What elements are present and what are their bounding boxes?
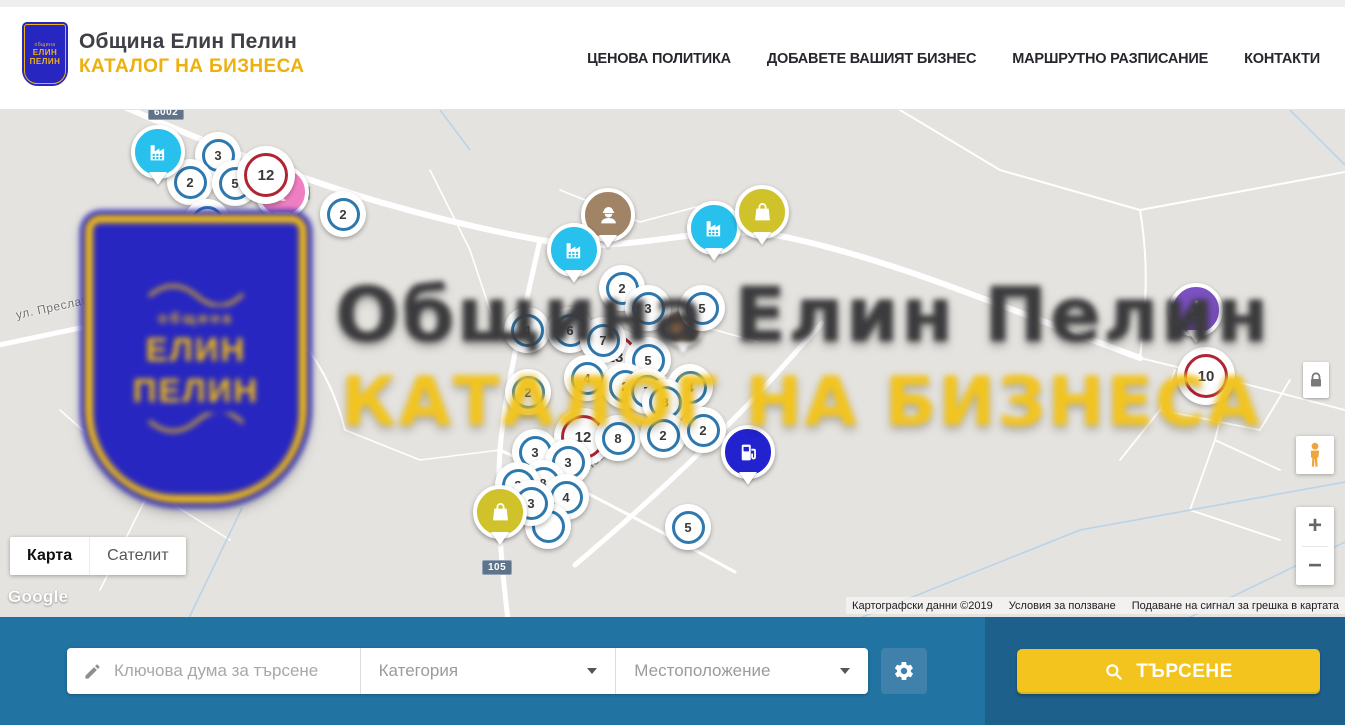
search-button[interactable]: ТЪРСЕНЕ bbox=[1017, 649, 1320, 694]
map-cluster[interactable]: 5 bbox=[665, 504, 711, 550]
page: община ЕЛИН ПЕЛИН Община Елин Пелин КАТА… bbox=[0, 0, 1345, 725]
category-pin-bag[interactable] bbox=[473, 485, 527, 539]
marker-layer: 325122223546137542274812822338343510 bbox=[0, 110, 1345, 617]
lock-control-button[interactable] bbox=[1303, 362, 1329, 398]
lock-icon bbox=[1309, 372, 1323, 388]
factory-icon bbox=[561, 237, 588, 264]
category-select-value: Категория bbox=[379, 661, 458, 681]
keyword-section bbox=[67, 648, 360, 694]
zoom-control: + − bbox=[1296, 507, 1334, 585]
header: община ЕЛИН ПЕЛИН Община Елин Пелин КАТА… bbox=[0, 7, 1345, 110]
attribution-copyright: Картографски данни ©2019 bbox=[852, 600, 993, 612]
map-cluster[interactable]: 4 bbox=[504, 307, 550, 353]
category-select[interactable]: Категория bbox=[361, 648, 616, 694]
gear-icon bbox=[893, 660, 915, 682]
cluster-count: 3 bbox=[564, 455, 571, 470]
map-canvas[interactable]: 325122223546137542274812822338343510 общ… bbox=[0, 110, 1345, 617]
map-type-map-button[interactable]: Карта bbox=[10, 537, 89, 575]
google-logo[interactable]: Google bbox=[8, 587, 68, 607]
factory-icon bbox=[145, 139, 172, 166]
search-icon bbox=[1104, 662, 1124, 682]
search-fields: Категория Местоположение bbox=[67, 648, 868, 694]
worker-icon bbox=[595, 202, 622, 229]
nav-item-add-business[interactable]: ДОБАВЕТЕ ВАШИЯТ БИЗНЕС bbox=[767, 51, 976, 67]
map-cluster[interactable]: 10 bbox=[1177, 347, 1235, 405]
advanced-settings-button[interactable] bbox=[881, 648, 927, 694]
map-cluster[interactable]: 5 bbox=[679, 285, 725, 331]
chevron-down-icon bbox=[587, 668, 597, 674]
site-subtitle: КАТАЛОГ НА БИЗНЕСА bbox=[79, 56, 304, 78]
cluster-count: 6 bbox=[566, 323, 573, 338]
cluster-count: 2 bbox=[659, 428, 666, 443]
municipality-crest-icon: община ЕЛИН ПЕЛИН bbox=[22, 22, 68, 86]
map-cluster[interactable]: 2 bbox=[640, 412, 686, 458]
cluster-count: 4 bbox=[562, 490, 569, 505]
location-select-value: Местоположение bbox=[634, 661, 770, 681]
cluster-count: 8 bbox=[661, 395, 668, 410]
cluster-count: 3 bbox=[527, 496, 534, 511]
map-cluster[interactable]: 2 bbox=[505, 369, 551, 415]
cluster-count: 3 bbox=[644, 301, 651, 316]
nav-item-contacts[interactable]: КОНТАКТИ bbox=[1244, 51, 1320, 67]
category-pin-fuel[interactable] bbox=[721, 425, 775, 479]
pencil-icon bbox=[83, 662, 102, 681]
cluster-count: 3 bbox=[214, 148, 221, 163]
zoom-out-button[interactable]: − bbox=[1296, 547, 1334, 586]
search-bar: Категория Местоположение ТЪРСЕНЕ bbox=[0, 617, 1345, 725]
cluster-count: 5 bbox=[698, 301, 705, 316]
factory-icon bbox=[701, 215, 728, 242]
category-pin-factory[interactable] bbox=[131, 125, 185, 179]
cluster-count: 5 bbox=[644, 353, 651, 368]
cluster-count: 7 bbox=[599, 333, 606, 348]
cluster-count: 3 bbox=[531, 445, 538, 460]
cluster-count: 12 bbox=[258, 167, 275, 184]
cluster-count: 2 bbox=[203, 215, 210, 230]
cluster-count: 5 bbox=[684, 520, 691, 535]
cluster-count: 10 bbox=[1198, 368, 1215, 385]
shopping-bag-icon bbox=[749, 199, 776, 226]
cluster-count: 2 bbox=[186, 175, 193, 190]
shopping-bag-icon bbox=[487, 499, 514, 526]
map-type-satellite-button[interactable]: Сателит bbox=[89, 537, 185, 575]
cluster-count: 4 bbox=[583, 371, 590, 386]
chevron-down-icon bbox=[840, 668, 850, 674]
map-cluster[interactable]: 2 bbox=[184, 199, 230, 245]
cluster-count: 2 bbox=[524, 385, 531, 400]
site-title: Община Елин Пелин bbox=[79, 30, 304, 54]
map-type-control: Карта Сателит bbox=[10, 537, 186, 575]
map-cluster[interactable]: 2 bbox=[320, 191, 366, 237]
location-select[interactable]: Местоположение bbox=[616, 648, 868, 694]
keyword-search-input[interactable] bbox=[112, 660, 360, 682]
category-pin-church[interactable] bbox=[1169, 283, 1223, 337]
category-pin-bag[interactable] bbox=[735, 185, 789, 239]
cluster-count: 8 bbox=[614, 431, 621, 446]
report-error-link[interactable]: Подаване на сигнал за грешка в картата bbox=[1132, 600, 1339, 612]
church-icon bbox=[1183, 297, 1210, 324]
crest-name-line1: ЕЛИН bbox=[33, 48, 57, 57]
fuel-station-icon bbox=[735, 439, 762, 466]
site-logo[interactable]: община ЕЛИН ПЕЛИН Община Елин Пелин КАТА… bbox=[22, 22, 304, 86]
crest-name-line2: ПЕЛИН bbox=[30, 57, 61, 66]
pegman-icon bbox=[1304, 442, 1326, 468]
cluster-count: 4 bbox=[523, 323, 530, 338]
main-nav: ЦЕНОВА ПОЛИТИКА ДОБАВЕТЕ ВАШИЯТ БИЗНЕС М… bbox=[587, 7, 1320, 110]
nav-item-transport-schedule[interactable]: МАРШРУТНО РАЗПИСАНИЕ bbox=[1012, 51, 1208, 67]
nav-item-pricing[interactable]: ЦЕНОВА ПОЛИТИКА bbox=[587, 51, 731, 67]
category-pin-factory[interactable] bbox=[687, 201, 741, 255]
category-pin-factory[interactable] bbox=[547, 223, 601, 277]
search-button-label: ТЪРСЕНЕ bbox=[1136, 661, 1233, 683]
terms-link[interactable]: Условия за ползване bbox=[1009, 600, 1116, 612]
top-strip bbox=[0, 0, 1345, 7]
map-cluster[interactable]: 3 bbox=[625, 285, 671, 331]
cluster-count: 4 bbox=[686, 380, 693, 395]
map-cluster[interactable]: 8 bbox=[595, 415, 641, 461]
zoom-in-button[interactable]: + bbox=[1296, 507, 1334, 546]
map-cluster[interactable]: 12 bbox=[237, 146, 295, 204]
cluster-count: 2 bbox=[699, 423, 706, 438]
pegman-control[interactable] bbox=[1296, 436, 1334, 474]
cluster-count: 2 bbox=[339, 207, 346, 222]
map-cluster[interactable]: 2 bbox=[680, 407, 726, 453]
map-attribution: Картографски данни ©2019 Условия за полз… bbox=[846, 597, 1345, 614]
cluster-count: 2 bbox=[618, 281, 625, 296]
